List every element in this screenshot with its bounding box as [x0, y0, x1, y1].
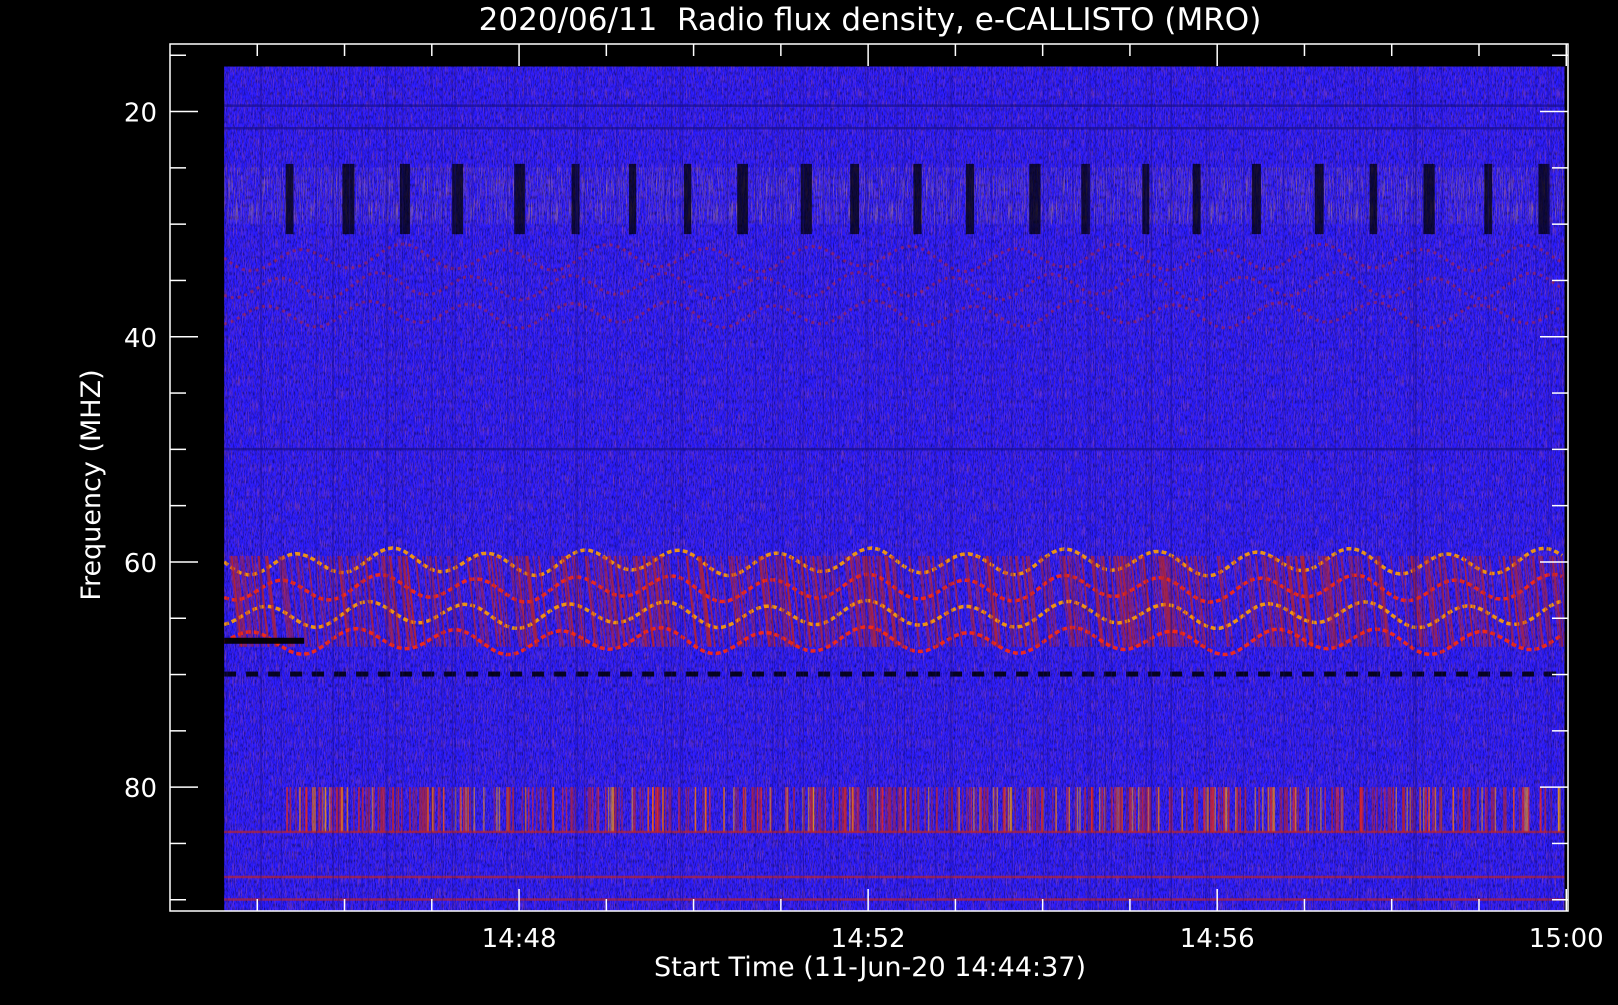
feature-line-3	[224, 671, 1557, 677]
chart-svg: 2020/06/11 Radio flux density, e-CALLIST…	[76, 2, 1604, 983]
y-axis-label: Frequency (MHZ)	[76, 369, 107, 600]
y-tick-label: 80	[124, 774, 157, 804]
x-tick-label: 14:52	[831, 924, 906, 954]
spectrogram-heatmap	[224, 66, 1565, 912]
y-tick-label: 40	[124, 324, 157, 354]
x-axis-label: Start Time (11-Jun-20 14:44:37)	[654, 952, 1086, 983]
x-tick-label: 14:48	[482, 924, 557, 954]
spectrogram-chart: 2020/06/11 Radio flux density, e-CALLIST…	[0, 0, 1618, 1000]
chart-title: 2020/06/11 Radio flux density, e-CALLIST…	[479, 2, 1262, 38]
feature-band-0	[224, 163, 1565, 235]
x-tick-label: 14:56	[1180, 924, 1255, 954]
x-tick-label: 15:00	[1529, 924, 1604, 954]
y-tick-label: 20	[124, 99, 157, 129]
y-tick-label: 60	[124, 549, 157, 579]
